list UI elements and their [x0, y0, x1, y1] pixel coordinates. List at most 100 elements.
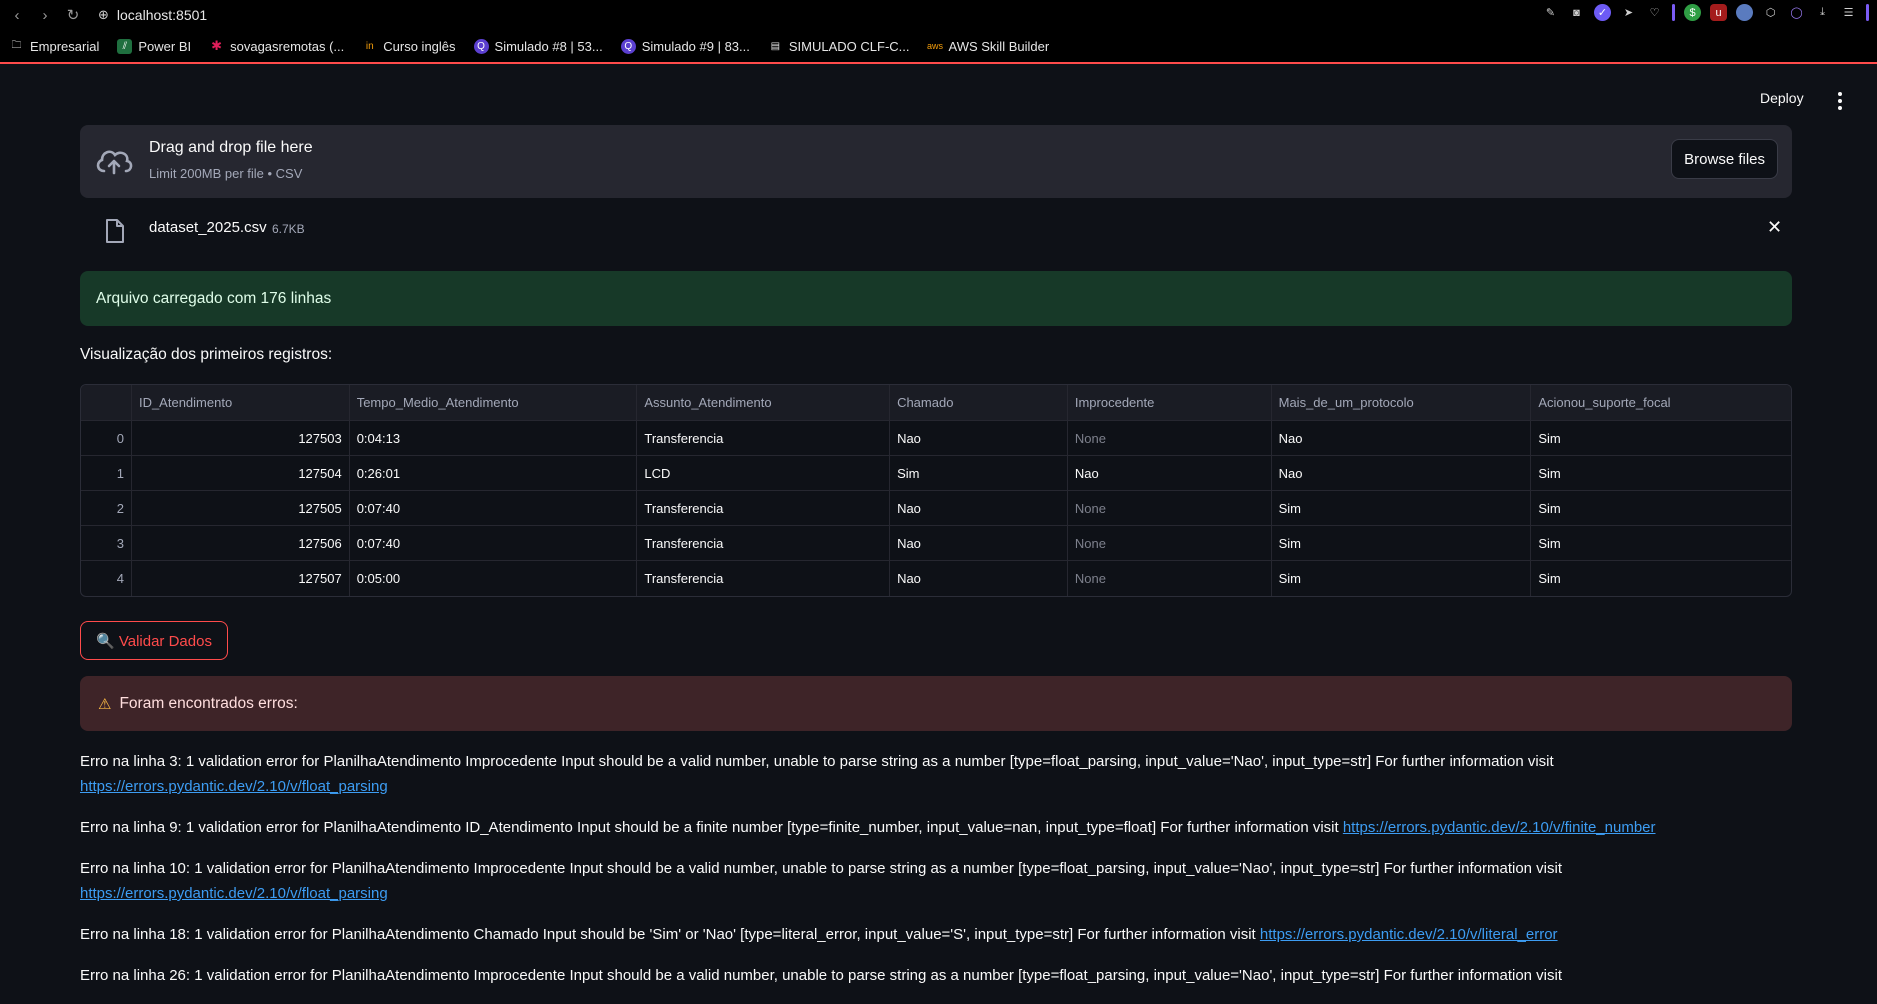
table-cell[interactable]: Nao [890, 561, 1068, 596]
table-cell[interactable]: Sim [1272, 526, 1532, 560]
table-cell[interactable]: None [1068, 491, 1272, 525]
table-cell[interactable]: 127504 [132, 456, 350, 490]
error-doc-link[interactable]: https://errors.pydantic.dev/2.10/v/float… [80, 778, 388, 795]
column-header[interactable]: ID_Atendimento [132, 385, 350, 420]
column-header[interactable]: Tempo_Medio_Atendimento [350, 385, 638, 420]
bookmark-item[interactable]: aws AWS Skill Builder [927, 39, 1049, 54]
success-alert: Arquivo carregado com 176 linhas [80, 271, 1792, 326]
table-cell[interactable]: 0:07:40 [350, 491, 638, 525]
table-cell[interactable]: Sim [1531, 421, 1791, 455]
table-cell[interactable]: 127507 [132, 561, 350, 596]
error-doc-link[interactable]: https://errors.pydantic.dev/2.10/v/liter… [1260, 926, 1558, 943]
profile-icon[interactable]: ◯ [1788, 4, 1805, 21]
table-cell[interactable]: LCD [637, 456, 891, 490]
table-cell[interactable]: Sim [1272, 491, 1532, 525]
validate-data-button[interactable]: 🔍 Validar Dados [80, 621, 228, 660]
aws-icon: aws [927, 41, 944, 51]
url-text[interactable]: localhost:8501 [117, 7, 207, 23]
download-icon[interactable]: ⤓ [1814, 4, 1831, 21]
column-header[interactable]: Mais_de_um_protocolo [1272, 385, 1532, 420]
table-cell[interactable]: 127506 [132, 526, 350, 560]
table-cell[interactable]: Nao [1068, 456, 1272, 490]
uploader-limit-text: Limit 200MB per file • CSV [149, 166, 303, 181]
table-cell[interactable]: Nao [1272, 456, 1532, 490]
column-header[interactable]: Chamado [890, 385, 1068, 420]
row-index: 0 [81, 421, 132, 455]
error-alert: ⚠ Foram encontrados erros: [80, 676, 1792, 731]
error-message: Erro na linha 3: 1 validation error for … [80, 753, 1554, 795]
table-cell[interactable]: None [1068, 561, 1272, 596]
table-row: 1 127504 0:26:01 LCD Sim Nao Nao Sim [81, 456, 1791, 491]
table-cell[interactable]: Transferencia [637, 526, 891, 560]
dollar-icon[interactable]: $ [1684, 4, 1701, 21]
powerbi-icon: ⫽ [117, 38, 133, 54]
table-cell[interactable]: 127505 [132, 491, 350, 525]
sidebar-accent-icon [1866, 4, 1869, 21]
table-cell[interactable]: Sim [1531, 526, 1791, 560]
row-index: 1 [81, 456, 132, 490]
bookmark-item[interactable]: ▤ SIMULADO CLF-C... [768, 39, 910, 54]
table-cell[interactable]: Nao [1272, 421, 1532, 455]
table-cell[interactable]: Sim [1531, 491, 1791, 525]
table-cell[interactable]: None [1068, 526, 1272, 560]
table-cell[interactable]: Transferencia [637, 421, 891, 455]
table-cell[interactable]: 0:07:40 [350, 526, 638, 560]
cube-icon[interactable]: ⬡ [1762, 4, 1779, 21]
q-icon: Q [473, 38, 489, 54]
bookmarks-bar: 🗀 Empresarial ⫽ Power BI ✱ sovagasremotas (… [0, 30, 1877, 64]
address-bar[interactable]: ⊕ localhost:8501 [98, 7, 207, 23]
row-index: 3 [81, 526, 132, 560]
error-doc-link[interactable]: https://errors.pydantic.dev/2.10/v/float… [80, 885, 388, 902]
table-cell[interactable]: Sim [890, 456, 1068, 490]
remove-file-icon[interactable]: ✕ [1767, 217, 1782, 238]
deploy-button[interactable]: Deploy [1760, 90, 1804, 106]
table-cell[interactable]: Sim [1531, 456, 1791, 490]
menu-icon[interactable]: ☰ [1840, 4, 1857, 21]
extensions-bar: ✎ ◙ ✓ ➤ ♡ $ u ⬡ ◯ ⤓ ☰ [1542, 4, 1869, 21]
table-cell[interactable]: Sim [1531, 561, 1791, 596]
table-cell[interactable]: 0:05:00 [350, 561, 638, 596]
column-header[interactable]: Improcedente [1068, 385, 1272, 420]
table-cell[interactable]: Nao [890, 421, 1068, 455]
back-icon[interactable]: ‹ [6, 4, 28, 26]
file-uploader-dropzone[interactable]: Drag and drop file here Limit 200MB per … [80, 125, 1792, 198]
table-cell[interactable]: Nao [890, 526, 1068, 560]
error-message: Erro na linha 9: 1 validation error for … [80, 819, 1656, 836]
column-header[interactable]: Assunto_Atendimento [637, 385, 891, 420]
reload-icon[interactable]: ↻ [62, 4, 84, 26]
shield-icon[interactable]: ✓ [1594, 4, 1611, 21]
ublock-icon[interactable]: u [1710, 4, 1727, 21]
table-cell[interactable]: 127503 [132, 421, 350, 455]
table-header-row: ID_Atendimento Tempo_Medio_Atendimento A… [81, 385, 1791, 421]
error-message: Erro na linha 18: 1 validation error for… [80, 926, 1558, 943]
table-cell[interactable]: Transferencia [637, 491, 891, 525]
bookmark-item[interactable]: in Curso inglês [362, 39, 456, 54]
column-header[interactable] [81, 385, 132, 420]
bookmark-item[interactable]: ⫽ Power BI [117, 38, 191, 54]
bookmark-item[interactable]: Q Simulado #9 | 83... [620, 38, 750, 54]
bookmark-item[interactable]: Q Simulado #8 | 53... [473, 38, 603, 54]
table-row: 2 127505 0:07:40 Transferencia Nao None … [81, 491, 1791, 526]
edit-icon[interactable]: ✎ [1542, 4, 1559, 21]
table-cell[interactable]: Transferencia [637, 561, 891, 596]
table-cell[interactable]: Nao [890, 491, 1068, 525]
bookmark-item[interactable]: 🗀 Empresarial [9, 39, 100, 54]
table-cell[interactable]: 0:26:01 [350, 456, 638, 490]
in-icon: in [365, 40, 374, 52]
row-index: 4 [81, 561, 132, 596]
column-header[interactable]: Acionou_suporte_focal [1531, 385, 1791, 420]
send-icon[interactable]: ➤ [1620, 4, 1637, 21]
forward-icon[interactable]: › [34, 4, 56, 26]
slack-icon: ✱ [211, 38, 223, 53]
bookmark-item[interactable]: ✱ sovagasremotas (... [209, 38, 344, 54]
orb-icon[interactable] [1736, 4, 1753, 21]
data-preview-table[interactable]: ID_Atendimento Tempo_Medio_Atendimento A… [80, 384, 1792, 597]
heart-icon[interactable]: ♡ [1646, 4, 1663, 21]
browse-files-button[interactable]: Browse files [1671, 139, 1778, 179]
table-cell[interactable]: None [1068, 421, 1272, 455]
main-menu-icon[interactable] [1832, 88, 1848, 114]
table-cell[interactable]: Sim [1272, 561, 1532, 596]
error-doc-link[interactable]: https://errors.pydantic.dev/2.10/v/finit… [1343, 819, 1656, 836]
camera-icon[interactable]: ◙ [1568, 4, 1585, 21]
table-cell[interactable]: 0:04:13 [350, 421, 638, 455]
